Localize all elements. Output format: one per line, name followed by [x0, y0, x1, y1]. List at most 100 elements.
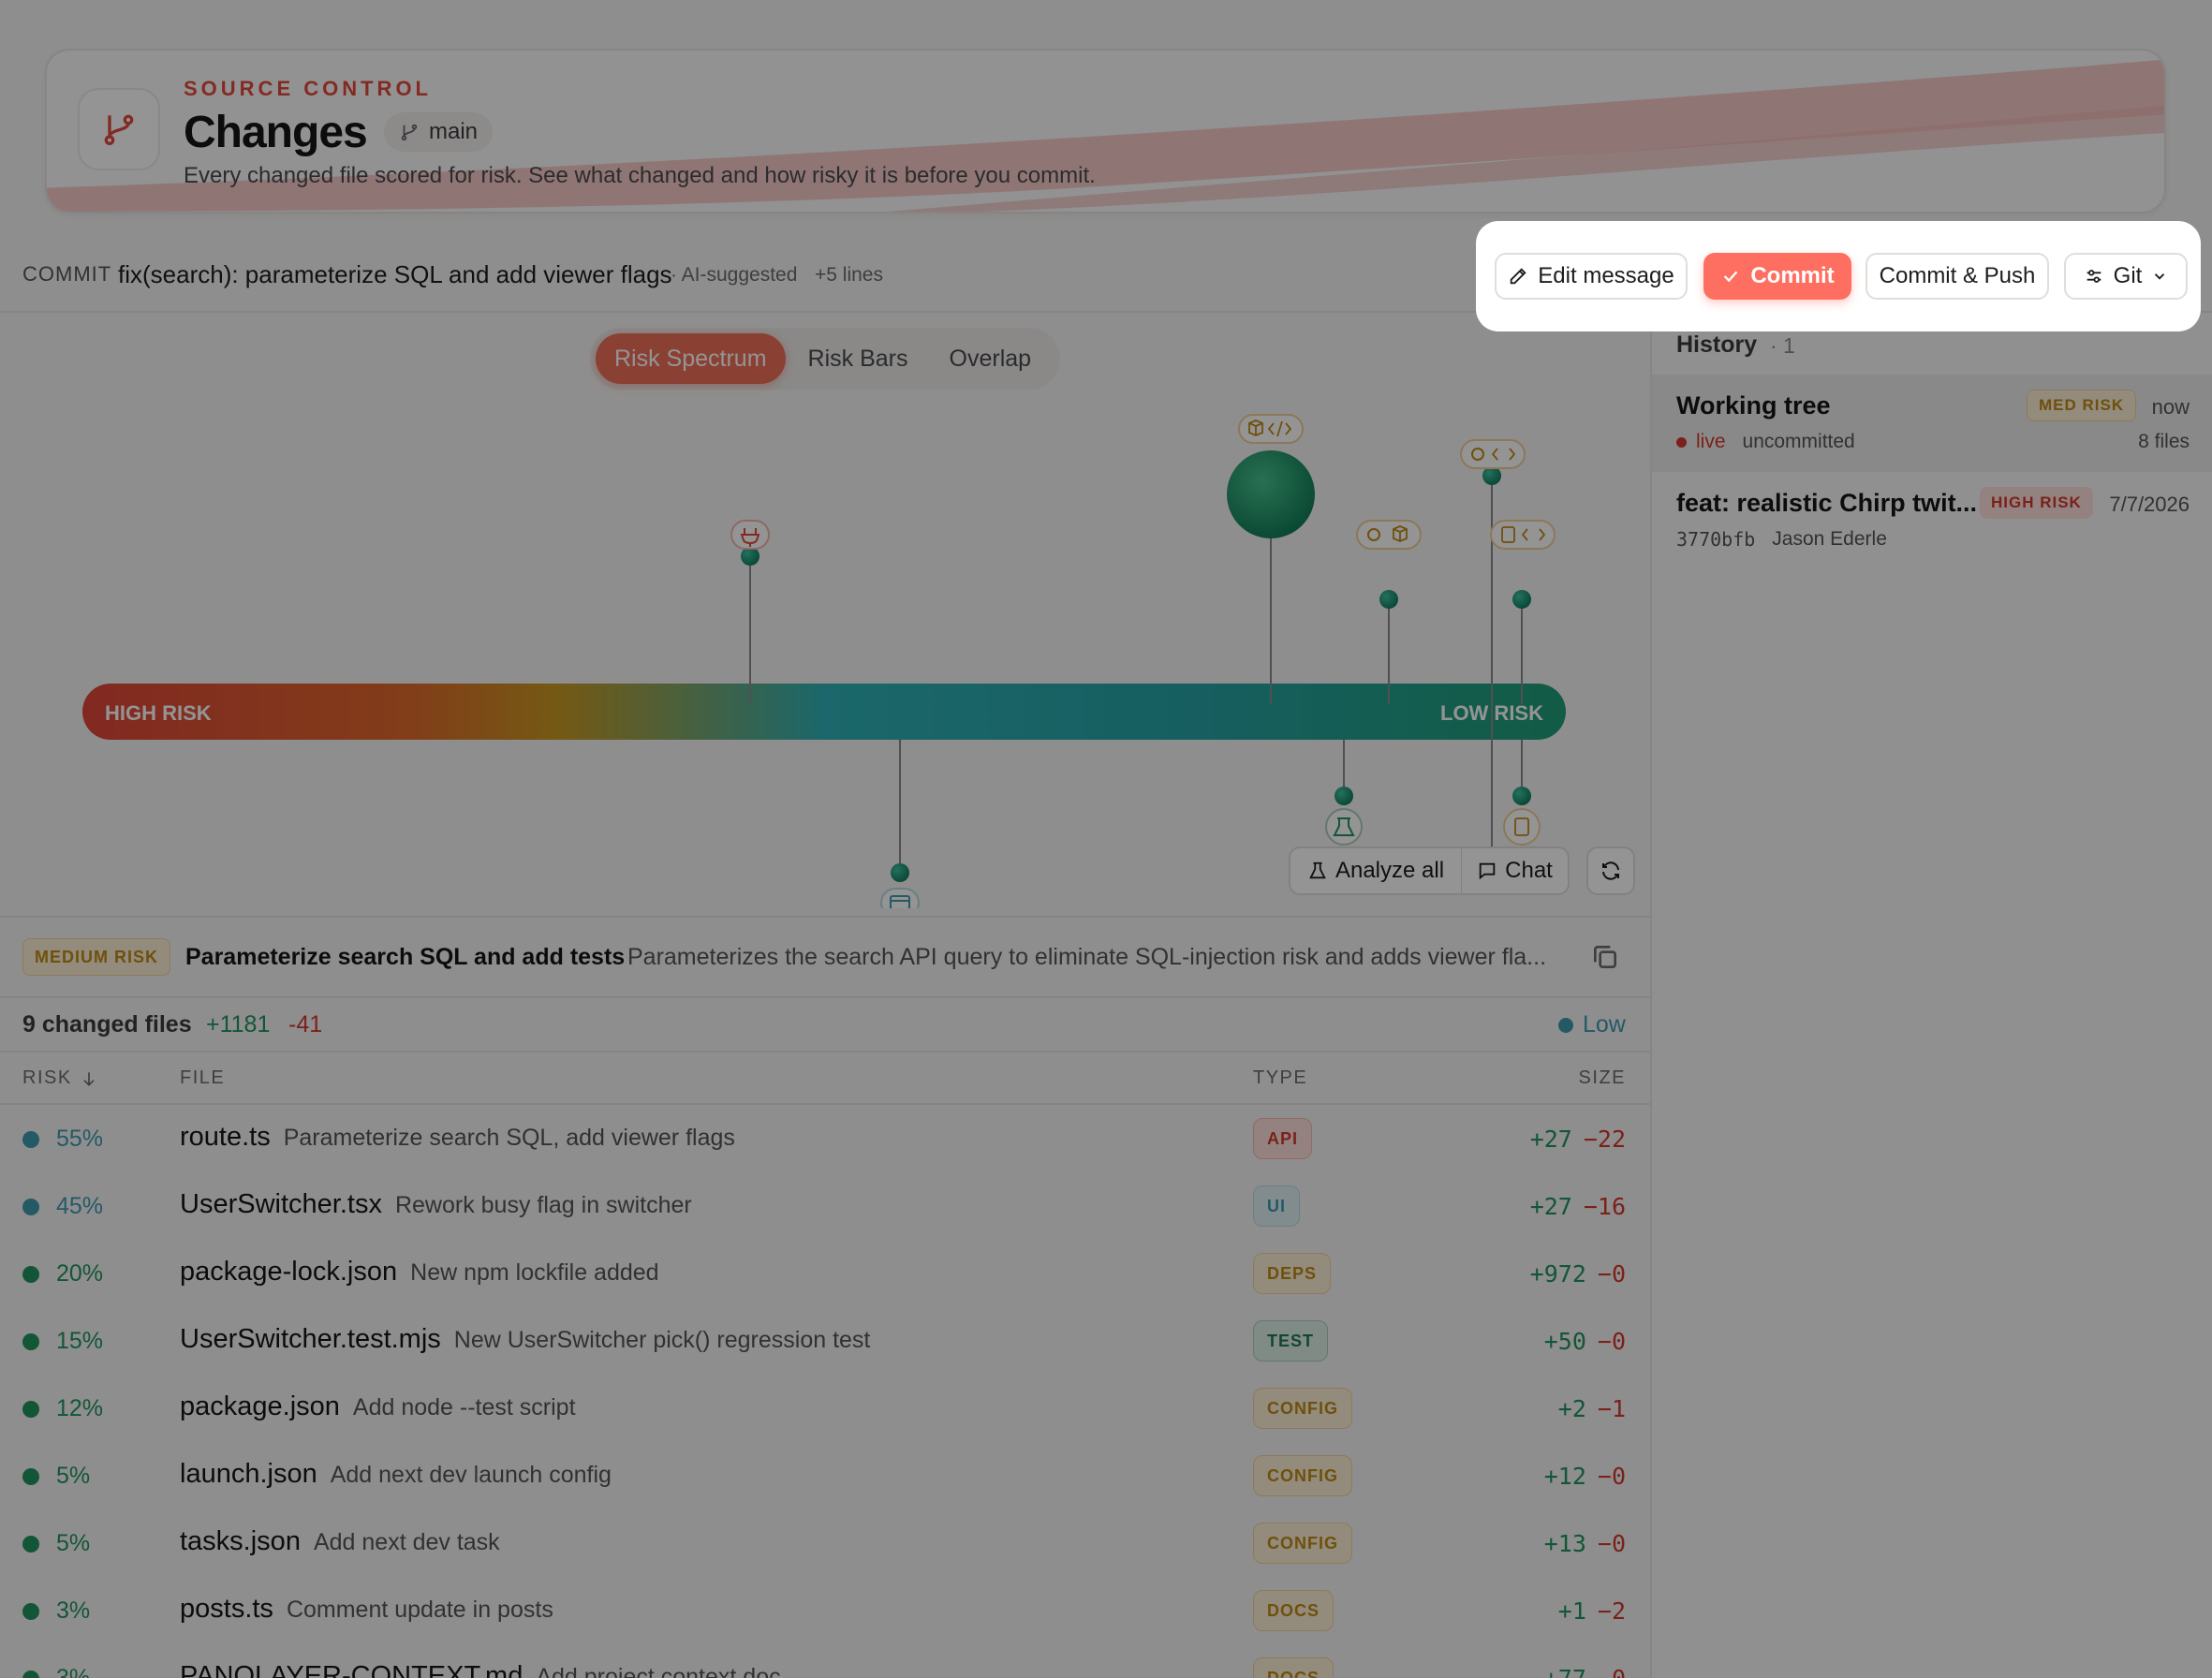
legend-dot	[1558, 1017, 1573, 1033]
table-row[interactable]: 5% launch.json Add next dev launch config C…	[0, 1442, 1650, 1509]
risk-dot	[22, 1671, 39, 1678]
file-description: Parameterize search SQL, add viewer flag…	[283, 1125, 735, 1151]
risk-percent: 12%	[56, 1395, 104, 1421]
file-name[interactable]: route.ts Parameterize search SQL, add vie…	[180, 1122, 735, 1153]
header-card: SOURCE CONTROL Changes main Every change…	[45, 49, 2166, 213]
commit-lines-count[interactable]: +5 lines	[815, 264, 883, 287]
commit-label: COMMIT	[22, 262, 112, 286]
analyze-all-button[interactable]: Analyze all	[1289, 846, 1463, 895]
file-name-text: route.ts	[180, 1122, 271, 1152]
legend-label: Low	[1583, 1011, 1626, 1038]
files-summary: 9 changed files +1181 -41 Low	[0, 998, 1650, 1052]
risk-percent: 20%	[56, 1260, 104, 1287]
refresh-button[interactable]	[1586, 846, 1635, 895]
column-size[interactable]: SIZE	[1579, 1067, 1626, 1089]
line-deletions: −0	[1597, 1328, 1626, 1355]
file-name[interactable]: tasks.json Add next dev task	[180, 1526, 500, 1557]
risk-dot	[22, 1401, 39, 1418]
column-risk-label: RISK	[22, 1067, 72, 1088]
risk-spectrum-chart: HIGH RISK LOW RISK	[82, 414, 1566, 908]
pin-route-ts[interactable]	[730, 520, 770, 704]
commit-hash: 3770bfb	[1676, 528, 1756, 551]
changed-files-count: 9 changed files	[22, 1011, 192, 1038]
table-row[interactable]: 12% package.json Add node --test script CON…	[0, 1375, 1650, 1442]
commit-author: Jason Ederle	[1772, 528, 1887, 550]
file-description: Add node --test script	[352, 1394, 576, 1420]
tab-overlap[interactable]: Overlap	[931, 333, 1051, 384]
history-item-subtitle: 3770bfb Jason Ederle	[1676, 528, 1887, 551]
branch-chip[interactable]: main	[384, 112, 494, 152]
table-row[interactable]: 3% posts.ts Comment update in posts DOCS +1−…	[0, 1577, 1650, 1644]
file-description: Rework busy flag in switcher	[394, 1192, 692, 1218]
line-deletions: −0	[1597, 1260, 1626, 1288]
column-file[interactable]: FILE	[180, 1067, 225, 1089]
line-additions: +50	[1543, 1328, 1586, 1355]
risk-dot	[22, 1468, 39, 1485]
pin-tasks-json[interactable]	[1503, 740, 1541, 846]
tab-risk-bars[interactable]: Risk Bars	[789, 333, 927, 384]
copy-icon[interactable]	[1590, 942, 1620, 972]
header-subtitle: Every changed file scored for risk. See …	[184, 163, 1096, 188]
commit-message[interactable]: fix(search): parameterize SQL and add vi…	[118, 260, 672, 289]
chat-icon	[1479, 862, 1496, 880]
file-name[interactable]: package-lock.json New npm lockfile added	[180, 1257, 659, 1288]
file-table-body: 55% route.ts Parameterize search SQL, add …	[0, 1105, 1650, 1678]
table-row[interactable]: 15% UserSwitcher.test.mjs New UserSwitcher…	[0, 1307, 1650, 1375]
file-size: +13 −0	[1544, 1530, 1626, 1557]
branch-name: main	[429, 119, 479, 144]
risk-dot	[22, 1199, 39, 1215]
file-description: New UserSwitcher pick() regression test	[453, 1327, 871, 1353]
file-name[interactable]: package.json Add node --test script	[180, 1391, 576, 1422]
history-item-date: 7/7/2026	[2109, 493, 2190, 516]
chat-button[interactable]: Chat	[1461, 846, 1570, 895]
live-label: live	[1696, 431, 1726, 452]
column-risk[interactable]: RISK	[22, 1067, 98, 1089]
history-item-working-tree[interactable]: Working tree MED RISK now live uncommitt…	[1652, 375, 2212, 472]
live-dot	[1676, 436, 1687, 448]
file-name[interactable]: UserSwitcher.test.mjs New UserSwitcher pi…	[180, 1324, 870, 1355]
file-type-badge: DOCS	[1253, 1657, 1335, 1678]
risk-dot	[22, 1536, 39, 1553]
table-row[interactable]: 3% PANOLAYER-CONTEXT.md Add project contex…	[0, 1644, 1650, 1678]
file-name[interactable]: posts.ts Comment update in posts	[180, 1594, 553, 1625]
view-toggle: Risk Spectrum Risk Bars Overlap	[590, 328, 1060, 390]
history-item-commit[interactable]: feat: realistic Chirp twit... HIGH RISK …	[1652, 472, 2212, 569]
table-row[interactable]: 5% tasks.json Add next dev task CONFIG +13 −0	[0, 1509, 1650, 1577]
table-row[interactable]: 55% route.ts Parameterize search SQL, add …	[0, 1105, 1650, 1172]
history-title: History	[1676, 331, 1758, 358]
line-additions: +27	[1529, 1126, 1572, 1153]
file-name-text: package.json	[180, 1391, 340, 1421]
line-deletions: −22	[1583, 1126, 1626, 1153]
file-name-text: posts.ts	[180, 1594, 273, 1624]
file-description: Add next dev task	[313, 1529, 500, 1555]
commit-button[interactable]: Commit	[1703, 253, 1851, 300]
pin-package-lock-json[interactable]	[1227, 414, 1315, 704]
pin-userswitcher-test[interactable]	[1325, 740, 1363, 846]
risk-legend[interactable]: Low	[1558, 1011, 1626, 1038]
file-size: +12 −0	[1544, 1463, 1626, 1490]
branch-icon	[401, 124, 418, 141]
table-row[interactable]: 45% UserSwitcher.tsx Rework busy flag in s…	[0, 1172, 1650, 1240]
commit-and-push-button[interactable]: Commit & Push	[1865, 253, 2049, 300]
table-row[interactable]: 20% package-lock.json New npm lockfile add…	[0, 1240, 1650, 1307]
tab-risk-spectrum[interactable]: Risk Spectrum	[596, 333, 786, 384]
git-menu-button[interactable]: Git	[2064, 253, 2188, 300]
file-name[interactable]: UserSwitcher.tsx Rework busy flag in swit…	[180, 1189, 692, 1220]
commit-and-push-label: Commit & Push	[1879, 263, 2036, 288]
flask-icon	[1309, 861, 1326, 879]
git-label: Git	[2113, 263, 2143, 288]
file-name[interactable]: PANOLAYER-CONTEXT.md Add project context …	[180, 1661, 781, 1678]
file-name[interactable]: launch.json Add next dev launch config	[180, 1459, 612, 1490]
file-size: +27 −16	[1530, 1193, 1626, 1220]
pin-userswitcher-tsx[interactable]	[880, 740, 920, 908]
edit-message-button[interactable]: Edit message	[1495, 253, 1688, 300]
file-size: +972 −0	[1530, 1260, 1626, 1288]
file-name-text: tasks.json	[180, 1526, 301, 1556]
pin-package-json[interactable]	[1356, 520, 1422, 704]
column-type[interactable]: TYPE	[1253, 1067, 1307, 1089]
pin-docs-files[interactable]	[1490, 520, 1556, 704]
line-deletions: −0	[1597, 1530, 1626, 1557]
table-header: RISK FILE TYPE SIZE	[0, 1052, 1650, 1105]
line-deletions: −16	[1583, 1193, 1626, 1220]
sliders-icon	[2087, 270, 2101, 283]
